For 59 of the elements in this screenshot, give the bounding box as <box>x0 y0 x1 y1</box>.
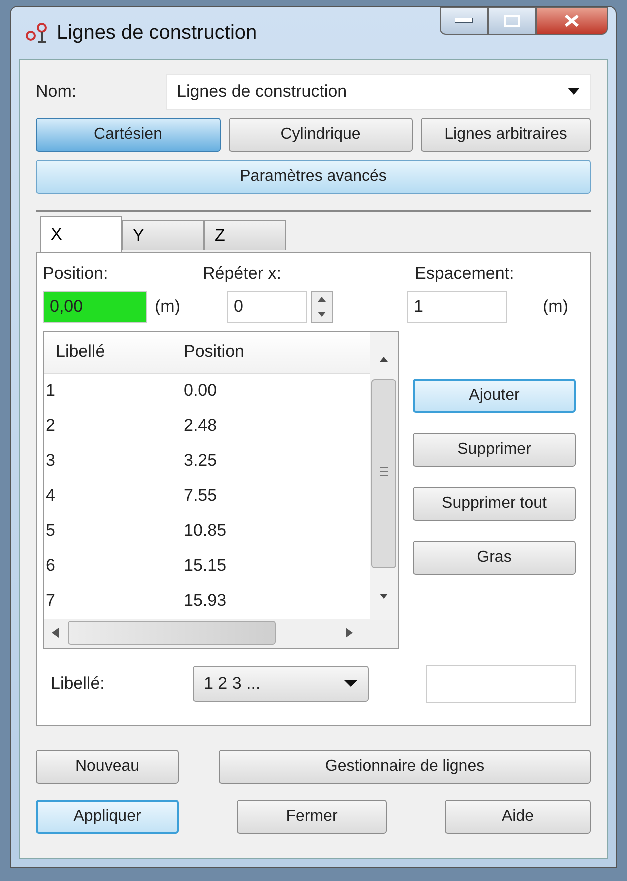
mode-button[interactable]: Lignes arbitraires <box>421 118 591 152</box>
scroll-left-icon[interactable] <box>52 628 60 638</box>
mode-button[interactable]: Cartésien <box>36 118 220 152</box>
action-button[interactable]: Supprimer tout <box>413 486 576 520</box>
close-button[interactable] <box>536 7 608 35</box>
table-cell-text: 15.15 <box>184 555 228 578</box>
table-cell-text: 3 <box>45 450 56 472</box>
table-cell-text: 15.93 <box>184 590 228 612</box>
position-label: Position: <box>43 263 110 285</box>
advanced-settings-button[interactable]: Paramètres avancés <box>36 160 591 194</box>
repeat-label: Répéter x: <box>203 263 282 285</box>
action-button[interactable]: Appliquer <box>36 800 179 834</box>
table-cell-text: 6 <box>45 555 56 578</box>
table-cell-text: 7.55 <box>184 485 218 508</box>
maximize-icon <box>504 15 520 27</box>
table-cell-text: 0.00 <box>184 380 218 402</box>
action-button[interactable]: Supprimer <box>413 432 576 466</box>
table-cell-text: 10.85 <box>184 520 228 542</box>
scroll-right-icon[interactable] <box>346 628 354 638</box>
column-header[interactable]: Position <box>184 339 334 365</box>
action-button[interactable]: Nouveau <box>36 750 179 784</box>
table-cell-text: 2 <box>45 415 56 438</box>
caret-icon <box>344 680 358 688</box>
table-cell-text: 4 <box>45 485 56 508</box>
window-title: Lignes de construction <box>57 21 258 46</box>
action-button[interactable]: Gras <box>413 540 576 574</box>
vertical-scrollbar[interactable] <box>370 332 398 620</box>
table-cell-text: 7 <box>45 590 56 612</box>
maximize-button[interactable] <box>488 7 536 35</box>
table-cell-text: 3.25 <box>184 450 218 472</box>
table-cell-text: 1 <box>45 380 56 402</box>
table-cell-text: 2.48 <box>184 415 218 438</box>
action-button[interactable]: Fermer <box>237 800 387 834</box>
name-label: Nom: <box>36 81 78 104</box>
spacing-field[interactable]: 1 <box>407 290 507 322</box>
axis-tab[interactable]: Y <box>122 220 204 250</box>
horizontal-scrollbar[interactable] <box>44 618 398 648</box>
unit-label: (m) <box>543 296 568 318</box>
minimize-icon <box>455 18 473 24</box>
action-button[interactable]: Ajouter <box>413 378 576 412</box>
label-format-label: Libellé: <box>50 672 106 695</box>
minimize-button[interactable] <box>440 7 488 35</box>
axis-tab[interactable]: X <box>40 216 122 252</box>
caret-icon <box>568 88 580 96</box>
mode-button[interactable]: Cylindrique <box>228 118 413 152</box>
unit-label: (m) <box>155 296 180 318</box>
label-field[interactable] <box>426 664 576 702</box>
position-field[interactable]: 0,00 <box>43 290 147 322</box>
action-button[interactable]: Aide <box>445 800 591 834</box>
close-icon <box>564 14 580 28</box>
axis-tab[interactable]: Z <box>204 220 286 250</box>
table-cell-text: 5 <box>45 520 56 542</box>
action-button[interactable]: Gestionnaire de lignes <box>219 750 591 784</box>
name-combo[interactable]: Lignes de construction <box>166 74 591 110</box>
spinner[interactable] <box>311 290 333 322</box>
repeat-field[interactable]: 0 <box>227 290 307 322</box>
column-header[interactable]: Libellé <box>44 339 184 365</box>
spacing-label: Espacement: <box>414 263 516 285</box>
label-format-dropdown[interactable]: 1 2 3 ... <box>193 666 369 702</box>
